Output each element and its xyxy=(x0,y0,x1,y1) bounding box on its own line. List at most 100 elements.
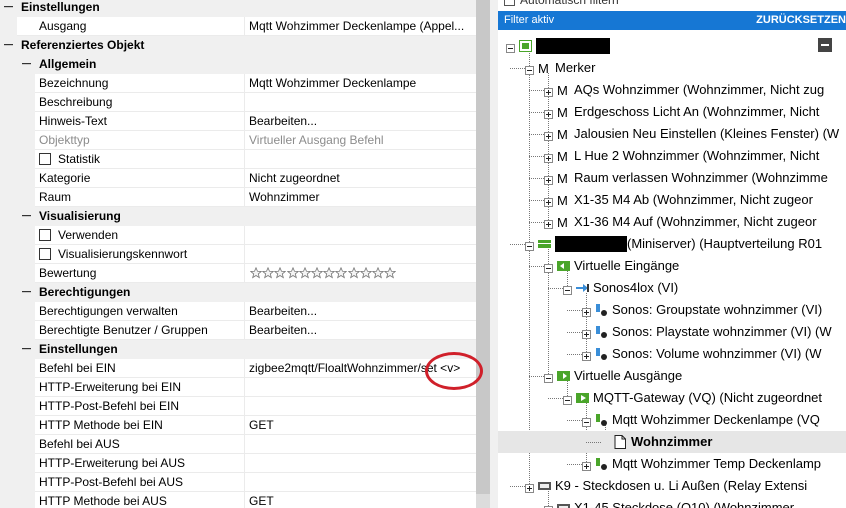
tree-node[interactable]: (Miniserver) (Hauptverteilung R01 xyxy=(498,233,846,255)
tree-node[interactable] xyxy=(498,35,846,57)
property-row[interactable]: Ausgang Mqtt Wohzimmer Deckenlampe (Appel… xyxy=(0,17,476,36)
property-row[interactable]: Verwenden xyxy=(0,226,476,245)
tree-node[interactable]: M Raum verlassen Wohnzimmer (Wohnzimme xyxy=(498,167,846,189)
tree-node[interactable]: Sonos: Volume wohnzimmer (VI) (W xyxy=(498,343,846,365)
collapse-toggle-icon[interactable] xyxy=(22,344,31,353)
property-row[interactable]: Befehl bei EIN zigbee2mqtt/FloaltWohnzimm… xyxy=(0,359,476,378)
tree-node[interactable]: M AQs Wohnzimmer (Wohnzimmer, Nicht zug xyxy=(498,79,846,101)
collapse-icon[interactable] xyxy=(582,415,591,427)
expand-icon[interactable] xyxy=(544,129,553,141)
collapse-icon[interactable] xyxy=(563,283,572,295)
collapse-icon[interactable] xyxy=(544,371,553,383)
star-icon[interactable] xyxy=(371,266,385,279)
tree-node[interactable]: Virtuelle Eingänge xyxy=(498,255,846,277)
tree-node[interactable]: Mqtt Wohzimmer Temp Deckenlamp xyxy=(498,453,846,475)
property-row[interactable]: HTTP-Post-Befehl bei EIN xyxy=(0,397,476,416)
collapse-icon[interactable] xyxy=(525,63,534,75)
star-icon[interactable] xyxy=(322,266,336,279)
tree-node[interactable]: Sonos4lox (VI) xyxy=(498,277,846,299)
expand-icon[interactable] xyxy=(544,107,553,119)
property-row[interactable]: HTTP-Post-Befehl bei AUS xyxy=(0,473,476,492)
expand-icon[interactable] xyxy=(544,151,553,163)
property-checkbox[interactable] xyxy=(39,229,51,241)
star-icon[interactable] xyxy=(347,266,360,279)
property-checkbox[interactable] xyxy=(39,153,51,165)
property-row[interactable]: Berechtigungen verwalten Bearbeiten... xyxy=(0,302,476,321)
star-icon[interactable] xyxy=(286,266,299,279)
star-icon[interactable] xyxy=(261,266,275,279)
property-row[interactable]: HTTP-Erweiterung bei AUS xyxy=(0,454,476,473)
expand-icon[interactable] xyxy=(544,85,553,97)
collapse-icon[interactable] xyxy=(544,261,553,273)
star-icon[interactable] xyxy=(310,266,324,279)
section-einstellungen[interactable]: Einstellungen xyxy=(0,0,476,17)
star-icon[interactable] xyxy=(359,266,372,279)
expand-icon[interactable] xyxy=(525,481,534,493)
collapse-icon[interactable] xyxy=(525,239,534,251)
tree-node[interactable]: Sonos: Groupstate wohnzimmer (VI) xyxy=(498,299,846,321)
star-icon[interactable] xyxy=(249,266,263,279)
property-row[interactable]: Raum Wohnzimmer xyxy=(0,188,476,207)
section-allgemein[interactable]: Allgemein xyxy=(0,55,476,74)
scrollbar-thumb[interactable] xyxy=(476,0,490,494)
star-icon[interactable] xyxy=(383,266,397,279)
tree-node[interactable]: MQTT-Gateway (VQ) (Nicht zugeordnet xyxy=(498,387,846,409)
property-row[interactable]: HTTP-Erweiterung bei EIN xyxy=(0,378,476,397)
star-icon[interactable] xyxy=(298,266,311,279)
property-row[interactable]: HTTP Methode bei EIN GET xyxy=(0,416,476,435)
expand-icon[interactable] xyxy=(544,195,553,207)
section-referenziertes-objekt[interactable]: Referenziertes Objekt xyxy=(0,36,476,55)
property-value: Virtueller Ausgang Befehl xyxy=(249,133,384,147)
section-berechtigungen[interactable]: Berechtigungen xyxy=(0,283,476,302)
auto-filter-row[interactable]: Automatisch filtern xyxy=(498,0,846,8)
property-value xyxy=(249,473,475,492)
property-checkbox[interactable] xyxy=(39,248,51,260)
property-row[interactable]: Bewertung xyxy=(0,264,476,283)
expand-icon[interactable] xyxy=(544,503,553,508)
tree-node[interactable]: Virtuelle Ausgänge xyxy=(498,365,846,387)
tree-node[interactable]: M X1-36 M4 Auf (Wohnzimmer, Nicht zugeor xyxy=(498,211,846,233)
star-icon[interactable] xyxy=(335,266,348,279)
property-row[interactable]: Visualisierungskennwort xyxy=(0,245,476,264)
property-row[interactable]: Kategorie Nicht zugeordnet xyxy=(0,169,476,188)
auto-filter-checkbox[interactable] xyxy=(504,0,515,6)
collapse-toggle-icon[interactable] xyxy=(22,211,31,220)
tree-node[interactable]: M Erdgeschoss Licht An (Wohnzimmer, Nicht xyxy=(498,101,846,123)
tree-node[interactable]: K9 - Steckdosen u. Li Außen (Relay Exten… xyxy=(498,475,846,497)
property-row[interactable]: Befehl bei AUS xyxy=(0,435,476,454)
property-row[interactable]: Berechtigte Benutzer / Gruppen Bearbeiten… xyxy=(0,321,476,340)
expand-icon[interactable] xyxy=(582,327,591,339)
property-row[interactable]: Statistik xyxy=(0,150,476,169)
reset-filter-button[interactable]: ZURÜCKSETZEN xyxy=(756,11,846,30)
tree-node[interactable]: M X1-35 M4 Ab (Wohnzimmer, Nicht zugeor xyxy=(498,189,846,211)
tree-node[interactable]: X1-45 Steckdose (Q10) (Wohnzimmer xyxy=(498,497,846,508)
property-row[interactable]: Objekttyp Virtueller Ausgang Befehl xyxy=(0,131,476,150)
tree-node[interactable]: Mqtt Wohzimmer Deckenlampe (VQ xyxy=(498,409,846,431)
section-visualisierung[interactable]: Visualisierung xyxy=(0,207,476,226)
property-label: Berechtigte Benutzer / Gruppen xyxy=(39,323,208,337)
collapse-icon[interactable] xyxy=(506,41,515,53)
expand-icon[interactable] xyxy=(544,217,553,229)
collapse-toggle-icon[interactable] xyxy=(22,287,31,296)
collapse-icon[interactable] xyxy=(563,393,572,405)
tree-node[interactable]: M L Hue 2 Wohnzimmer (Wohnzimmer, Nicht xyxy=(498,145,846,167)
expand-icon[interactable] xyxy=(544,173,553,185)
property-row[interactable]: Hinweis-Text Bearbeiten... xyxy=(0,112,476,131)
collapse-toggle-icon[interactable] xyxy=(4,40,13,49)
collapse-toggle-icon[interactable] xyxy=(22,59,31,68)
collapse-toggle-icon[interactable] xyxy=(4,2,13,11)
tree-node[interactable]: M Merker xyxy=(498,57,846,79)
splitter-scrollbar[interactable] xyxy=(476,0,490,508)
expand-icon[interactable] xyxy=(582,349,591,361)
expand-icon[interactable] xyxy=(582,305,591,317)
property-row[interactable]: Bezeichnung Mqtt Wohzimmer Deckenlampe xyxy=(0,74,476,93)
expand-icon[interactable] xyxy=(582,459,591,471)
section-einstellungen[interactable]: Einstellungen xyxy=(0,340,476,359)
tree-node[interactable]: M Jalousien Neu Einstellen (Kleines Fenst… xyxy=(498,123,846,145)
property-row[interactable]: HTTP Methode bei AUS GET xyxy=(0,492,476,508)
rating-stars[interactable] xyxy=(249,266,397,280)
tree-node[interactable]: Sonos: Playstate wohnzimmer (VI) (W xyxy=(498,321,846,343)
star-icon[interactable] xyxy=(274,266,287,279)
property-row[interactable]: Beschreibung xyxy=(0,93,476,112)
tree-node-selected[interactable]: Wohnzimmer xyxy=(498,431,846,453)
